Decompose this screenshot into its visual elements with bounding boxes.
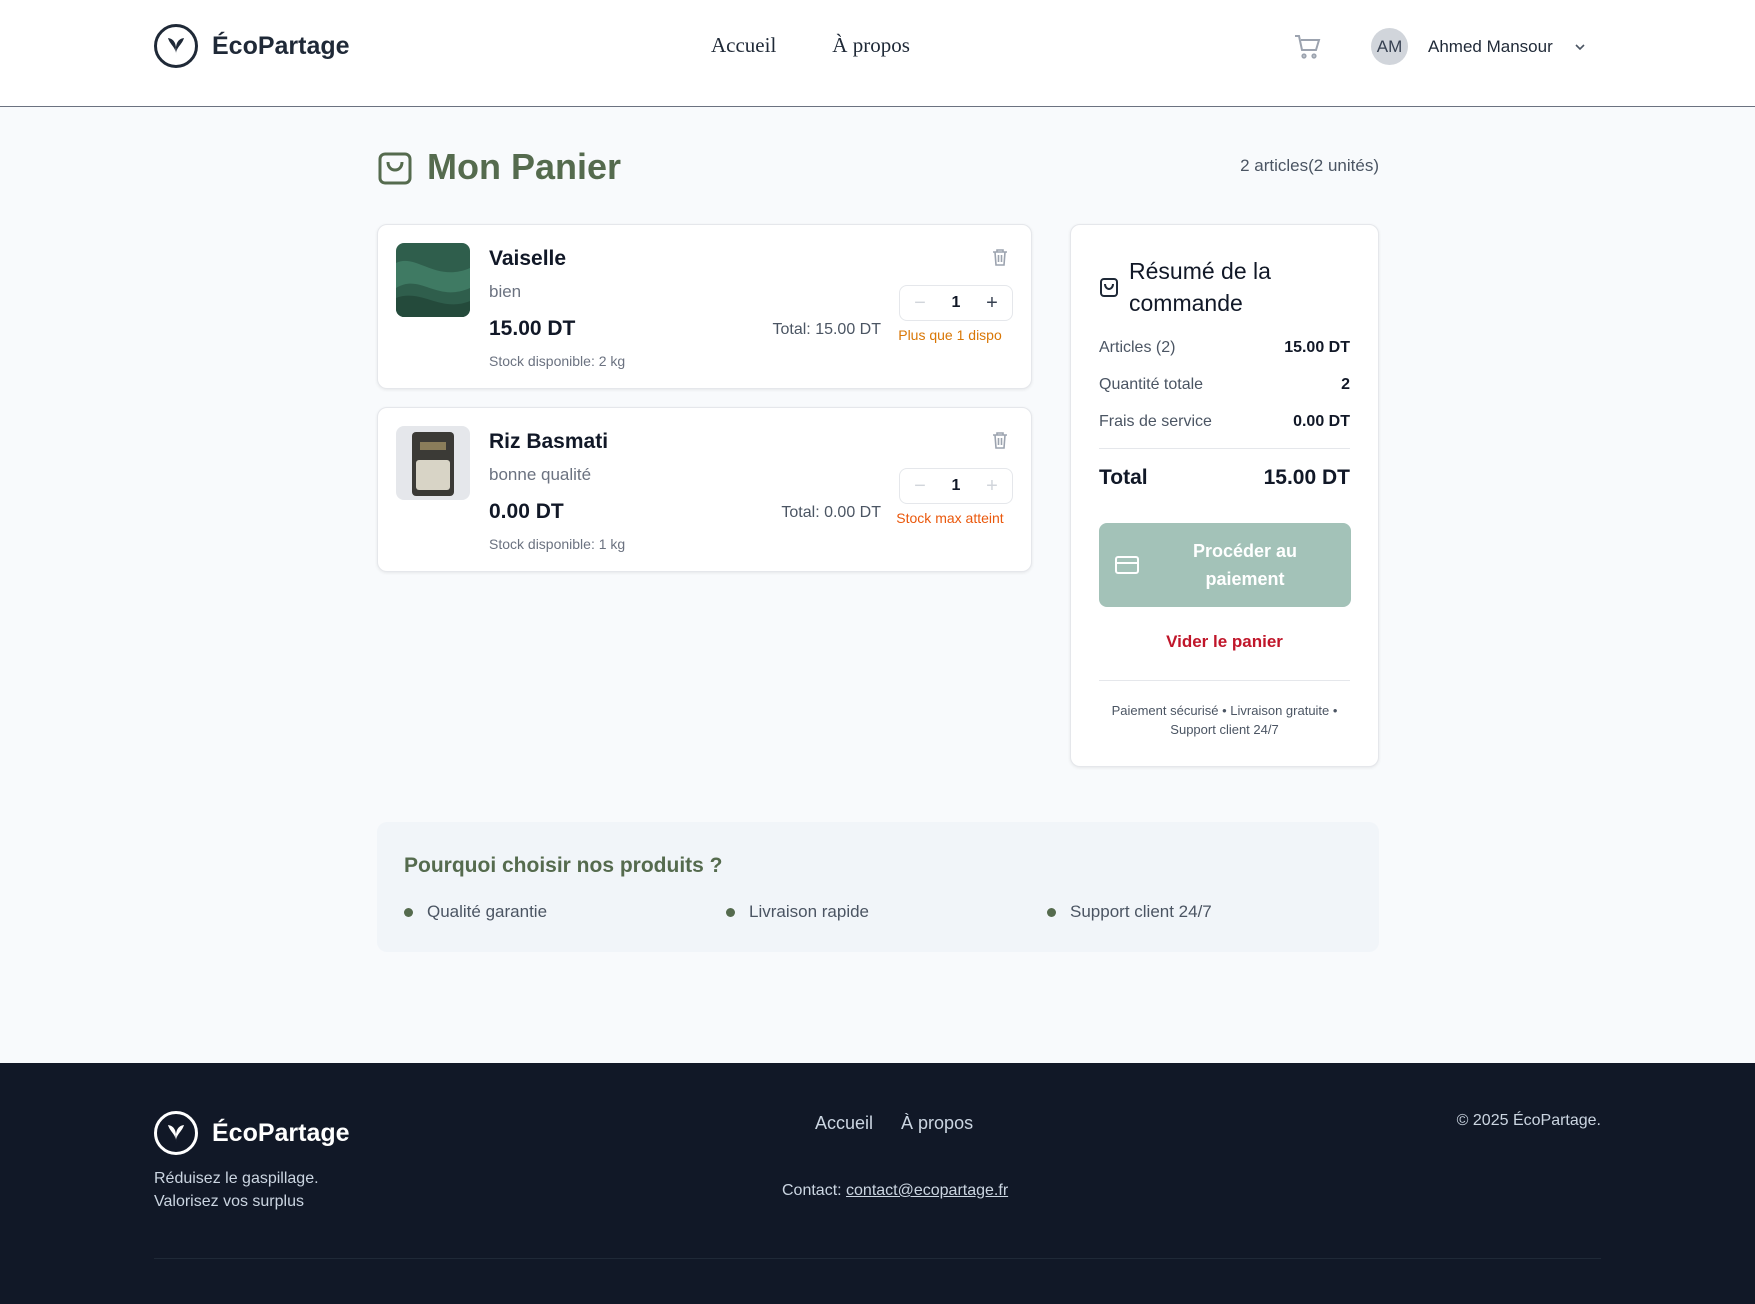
summary-note: Paiement sécurisé • Livraison gratuite •…: [1111, 703, 1338, 737]
checkout-label: Procéder au paiement: [1192, 541, 1298, 589]
page-heading: Mon Panier: [377, 146, 621, 188]
brand-name: ÉcoPartage: [212, 31, 350, 60]
summary-label: Quantité totale: [1099, 376, 1204, 393]
cart-item: Vaiselle bien 15.00 DT Stock disponible:…: [377, 224, 1032, 389]
summary-value: 2: [1341, 376, 1350, 393]
footer-link-about[interactable]: À propos: [901, 1113, 973, 1134]
footer-brand[interactable]: ÉcoPartage: [154, 1111, 350, 1155]
why-item: Qualité garantie: [404, 902, 547, 922]
divider: [154, 1258, 1601, 1259]
clear-cart-button[interactable]: Vider le panier: [1071, 632, 1378, 652]
product-image: [396, 243, 470, 317]
product-stock: Stock disponible: 2 kg: [489, 353, 626, 369]
product-description: bien: [489, 282, 522, 301]
product-stock: Stock disponible: 1 kg: [489, 536, 626, 552]
why-section: Pourquoi choisir nos produits ? Qualité …: [377, 822, 1379, 952]
credit-card-icon: [1115, 556, 1139, 574]
contact-prefix: Contact:: [782, 1182, 847, 1199]
increment-button[interactable]: +: [982, 292, 1002, 315]
item-total: Total: 0.00 DT: [781, 504, 881, 521]
cart-item: Riz Basmati bonne qualité 0.00 DT Stock …: [377, 407, 1032, 572]
chevron-down-icon: [1575, 43, 1585, 50]
divider: [1099, 680, 1350, 681]
why-item: Support client 24/7: [1047, 902, 1212, 922]
leaf-logo-icon: [154, 24, 198, 68]
summary-row-fees: Frais de service 0.00 DT: [1099, 413, 1350, 431]
avatar: AM: [1371, 28, 1408, 65]
footer-link-home[interactable]: Accueil: [815, 1113, 873, 1134]
brand-logo-link[interactable]: ÉcoPartage: [154, 24, 350, 68]
divider: [1099, 448, 1350, 449]
stock-warning: Plus que 1 dispo: [898, 327, 1002, 343]
bullet-icon: [1047, 907, 1056, 917]
why-title: Pourquoi choisir nos produits ?: [404, 854, 723, 877]
quantity-value: 1: [951, 294, 961, 311]
total-label: Total: [1099, 466, 1148, 489]
order-summary: Résumé de la commande Articles (2) 15.00…: [1070, 224, 1379, 767]
decrement-button[interactable]: −: [910, 475, 930, 498]
increment-button[interactable]: +: [982, 475, 1002, 498]
summary-row-quantity: Quantité totale 2: [1099, 376, 1350, 394]
footer-brand-name: ÉcoPartage: [212, 1118, 350, 1147]
product-name: Vaiselle: [489, 247, 567, 270]
nav-link-home[interactable]: Accueil: [711, 33, 776, 58]
cart-count: 2 articles(2 unités): [1240, 156, 1379, 175]
summary-total: Total 15.00 DT: [1099, 466, 1350, 490]
summary-label: Articles (2): [1099, 339, 1176, 356]
top-header: ÉcoPartage Accueil À propos AM Ahmed Man…: [0, 0, 1755, 107]
checkout-button[interactable]: Procéder au paiement: [1099, 523, 1351, 607]
footer-tagline: Réduisez le gaspillage. Valorisez vos su…: [154, 1170, 319, 1210]
summary-title: Résumé de la commande: [1129, 258, 1271, 316]
quantity-stepper: − 1 +: [899, 285, 1013, 321]
summary-row-articles: Articles (2) 15.00 DT: [1099, 339, 1350, 357]
item-total: Total: 15.00 DT: [772, 321, 882, 338]
copyright: © 2025 ÉcoPartage.: [1456, 1112, 1601, 1129]
page-title: Mon Panier: [427, 146, 622, 187]
decrement-button[interactable]: −: [910, 292, 930, 315]
product-price: 15.00 DT: [489, 317, 576, 340]
shopping-bag-icon: [1100, 278, 1118, 297]
summary-header: Résumé de la commande: [1099, 255, 1339, 319]
quantity-value: 1: [951, 477, 961, 494]
main-nav: Accueil À propos: [711, 33, 910, 58]
footer-contact: Contact: contact@ecopartage.fr: [782, 1182, 1008, 1200]
user-menu[interactable]: AM Ahmed Mansour: [1371, 28, 1587, 65]
nav-link-about[interactable]: À propos: [832, 33, 910, 58]
leaf-logo-icon: [154, 1111, 198, 1155]
contact-email-link[interactable]: contact@ecopartage.fr: [846, 1182, 1008, 1199]
why-item-label: Livraison rapide: [749, 902, 870, 921]
why-item: Livraison rapide: [726, 902, 869, 922]
summary-value: 15.00 DT: [1284, 339, 1350, 356]
product-price: 0.00 DT: [489, 500, 564, 523]
bullet-icon: [726, 907, 735, 917]
summary-value: 0.00 DT: [1293, 413, 1350, 430]
bullet-icon: [404, 907, 413, 917]
quantity-stepper: − 1 +: [899, 468, 1013, 504]
stock-warning: Stock max atteint: [896, 510, 1004, 526]
user-name: Ahmed Mansour: [1428, 36, 1553, 56]
total-value: 15.00 DT: [1263, 466, 1350, 489]
product-description: bonne qualité: [489, 465, 592, 484]
trash-icon[interactable]: [991, 430, 1009, 450]
product-image: [396, 426, 470, 500]
footer: ÉcoPartage Réduisez le gaspillage. Valor…: [0, 1063, 1755, 1304]
cart-icon[interactable]: [1292, 31, 1322, 61]
trash-icon[interactable]: [991, 247, 1009, 267]
summary-label: Frais de service: [1099, 413, 1212, 430]
why-item-label: Qualité garantie: [427, 902, 548, 921]
footer-nav: Accueil À propos: [815, 1113, 973, 1134]
why-item-label: Support client 24/7: [1070, 902, 1212, 921]
product-name: Riz Basmati: [489, 430, 609, 453]
shopping-bag-icon: [378, 152, 412, 185]
